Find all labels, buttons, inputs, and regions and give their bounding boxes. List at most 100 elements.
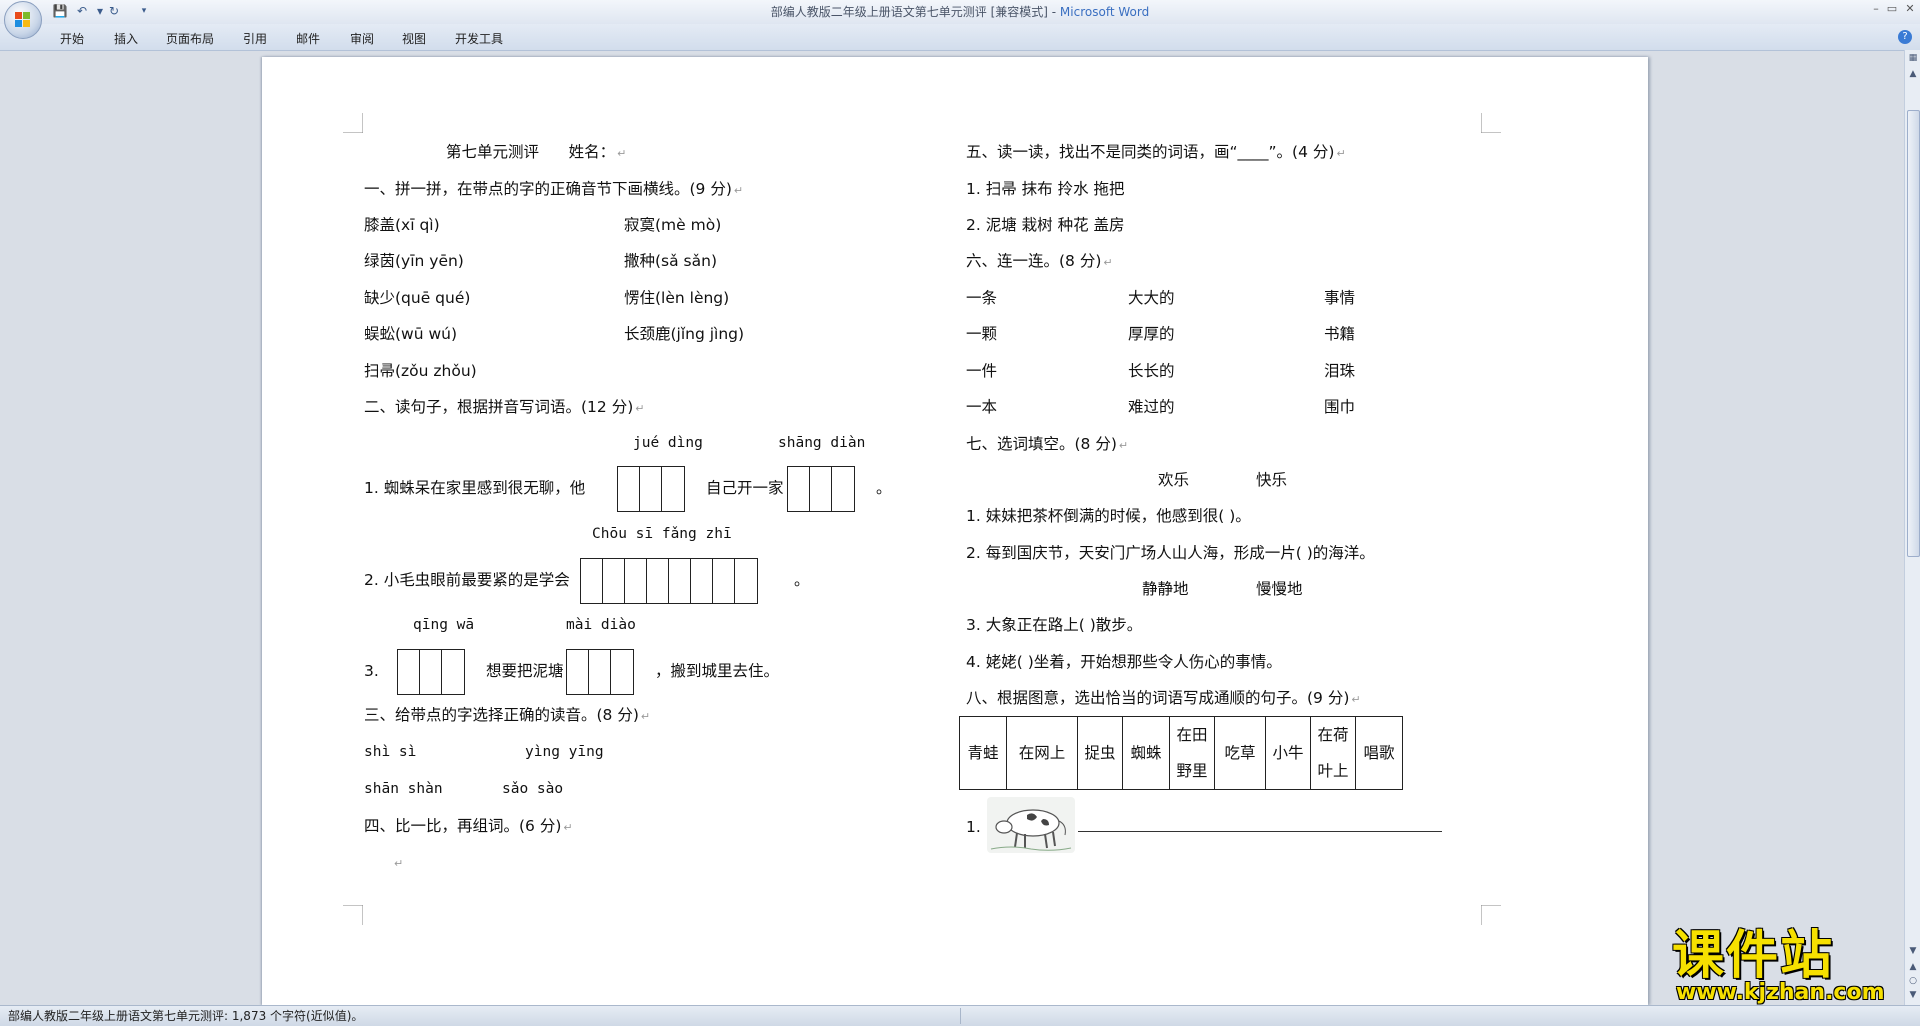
s6-col1-item: 一颗 [966,325,998,343]
s6-col1-item: 一本 [966,398,998,416]
section-8-heading: 八、根据图意，选出恰当的词语写成通顺的句子。(9 分) ↵ [966,689,1361,707]
previous-page-icon[interactable]: ▲ [1907,961,1919,973]
empty-paragraph-mark: ↵ [394,857,404,870]
scrollbar-thumb[interactable] [1907,110,1920,557]
document-title[interactable]: 第七单元测评 姓名： ↵ [446,142,626,164]
browse-object-icon[interactable]: ○ [1907,975,1919,987]
status-divider [960,1008,961,1024]
tab-review[interactable]: 审阅 [350,30,374,47]
s3-reading-2a: shān shàn [364,781,443,797]
section-7-heading: 七、选词填空。(8 分) ↵ [966,435,1129,453]
cow-illustration [987,797,1075,853]
customize-quick-access-icon[interactable]: ▾ [136,3,152,19]
save-icon[interactable]: 💾 [52,3,68,19]
window-title: 部编人教版二年级上册语文第七单元测评 [兼容模式] - Microsoft Wo… [770,5,1150,19]
section-4-heading: 四、比一比，再组词。(6 分) ↵ [364,817,573,835]
s1-item-5: 缺少(quē qué) [364,289,471,307]
scroll-up-icon[interactable]: ▲ [1907,68,1919,80]
table-cell: 唱歌 [1355,716,1403,790]
next-page-icon[interactable]: ▼ [1907,989,1919,1001]
restore-icon[interactable]: ▭ [1884,2,1900,15]
title-bar: 部编人教版二年级上册语文第七单元测评 [兼容模式] - Microsoft Wo… [0,0,1920,24]
tab-references[interactable]: 引用 [243,30,267,47]
s6-col1-item: 一条 [966,289,998,307]
section-1-heading: 一、拼一拼，在带点的字的正确音节下画横线。(9 分) ↵ [364,180,744,198]
crop-mark-bottom-left [343,905,363,925]
office-logo-icon [15,12,31,28]
s1-item-3: 绿茵(yīn yēn) [364,252,464,270]
s2-q3-middle: 想要把泥塘 [486,662,564,680]
tab-view[interactable]: 视图 [402,30,426,47]
tab-page-layout[interactable]: 页面布局 [166,30,214,47]
s2-pinyin-3a: qīng wā [413,617,475,633]
undo-icon[interactable]: ↶ [74,3,90,19]
table-cell: 吃草 [1214,716,1266,790]
s7-word-2: 快乐 [1256,471,1288,489]
tab-developer[interactable]: 开发工具 [455,30,503,47]
s1-item-9: 扫帚(zǒu zhǒu) [364,362,477,380]
s2-pinyin-1a: jué dìng [633,435,703,451]
table-cell: 小牛 [1265,716,1311,790]
s6-col3-item: 事情 [1324,289,1356,307]
s2-q1-writing-boxes-2[interactable] [787,466,855,512]
help-icon[interactable]: ? [1898,30,1912,44]
s6-col2-item: 难过的 [1128,398,1175,416]
s2-q3-writing-boxes-2[interactable] [566,649,634,695]
s6-col2-item: 厚厚的 [1128,325,1175,343]
answer-line[interactable] [1078,831,1442,832]
word-choice-table: 青蛙 在网上 捉虫 蜘蛛 在田 野里 吃草 小牛 在荷 叶上 唱歌 [959,716,1403,790]
s6-col1-item: 一件 [966,362,998,380]
status-bar: 部编人教版二年级上册语文第七单元测评: 1,873 个字符(近似值)。 [0,1005,1920,1026]
section-6-heading: 六、连一连。(8 分) ↵ [966,252,1113,270]
crop-mark-top-right [1481,113,1501,133]
s7-question-2: 2. 每到国庆节，天安门广场人山人海，形成一片( )的海洋。 [966,544,1375,562]
tab-home[interactable]: 开始 [60,30,84,47]
s6-col3-item: 书籍 [1324,325,1356,343]
s1-item-6: 愣住(lèn lèng) [624,289,730,307]
s2-q2-writing-boxes[interactable] [580,558,758,604]
s2-pinyin-1b: shāng diàn [778,435,866,451]
s6-col3-item: 围巾 [1324,398,1356,416]
s6-col2-item: 大大的 [1128,289,1175,307]
s2-q3-number: 3. [364,662,379,680]
s2-q1-prefix: 1. 蜘蛛呆在家里感到很无聊，他 [364,479,586,497]
s2-q1-writing-boxes-1[interactable] [617,466,685,512]
s2-q2-prefix: 2. 小毛虫眼前最要紧的是学会 [364,571,570,589]
watermark-name: 课件站 [1672,926,1835,986]
s5-line-2: 2. 泥塘 栽树 种花 盖房 [966,216,1125,234]
s1-item-7: 蜈蚣(wū wú) [364,325,458,343]
crop-mark-top-left [343,113,363,133]
table-cell: 在荷 叶上 [1310,716,1356,790]
ruler-toggle-icon[interactable]: ▦ [1907,52,1919,64]
s7-word-3: 静静地 [1142,580,1189,598]
site-watermark: 课件站 www.kjzhan.com [1672,926,1902,1005]
s1-item-8: 长颈鹿(jǐng jìng) [624,325,745,343]
table-cell: 捉虫 [1077,716,1123,790]
s3-reading-1b: yìng yīng [525,744,604,760]
s2-pinyin-3b: mài diào [566,617,636,633]
s3-reading-1a: shì sì [364,744,417,760]
scroll-down-icon[interactable]: ▼ [1907,945,1919,957]
redo-icon[interactable]: ↻ [106,3,122,19]
s2-q3-writing-boxes-1[interactable] [397,649,465,695]
s1-item-4: 撒种(sǎ sǎn) [624,252,717,270]
table-cell: 蜘蛛 [1122,716,1170,790]
s7-question-1: 1. 妹妹把茶杯倒满的时候，他感到很( )。 [966,507,1251,525]
minimize-icon[interactable]: – [1868,2,1884,15]
close-icon[interactable]: ✕ [1902,2,1918,15]
table-cell: 在网上 [1006,716,1078,790]
section-2-heading: 二、读句子，根据拼音写词语。(12 分) ↵ [364,398,645,416]
office-button[interactable] [4,1,42,39]
section-5-heading: 五、读一读，找出不是同类的词语，画“____”。(4 分) ↵ [966,143,1346,161]
s7-word-4: 慢慢地 [1256,580,1303,598]
status-word-count[interactable]: 部编人教版二年级上册语文第七单元测评: 1,873 个字符(近似值)。 [8,1006,363,1026]
watermark-url: www.kjzhan.com [1676,980,1885,1005]
vertical-scrollbar[interactable]: ▦ ▲ ▼ ▲ ○ ▼ [1904,50,1920,1005]
tab-insert[interactable]: 插入 [114,30,138,47]
s8-question-number: 1. [966,818,981,836]
s1-item-2: 寂寞(mè mò) [624,216,722,234]
s3-reading-2b: sǎo sào [502,781,564,797]
ribbon-tab-bar: 开始 插入 页面布局 引用 邮件 审阅 视图 开发工具 ? [0,24,1920,51]
s1-item-1: 膝盖(xī qì) [364,216,440,234]
tab-mailings[interactable]: 邮件 [296,30,320,47]
